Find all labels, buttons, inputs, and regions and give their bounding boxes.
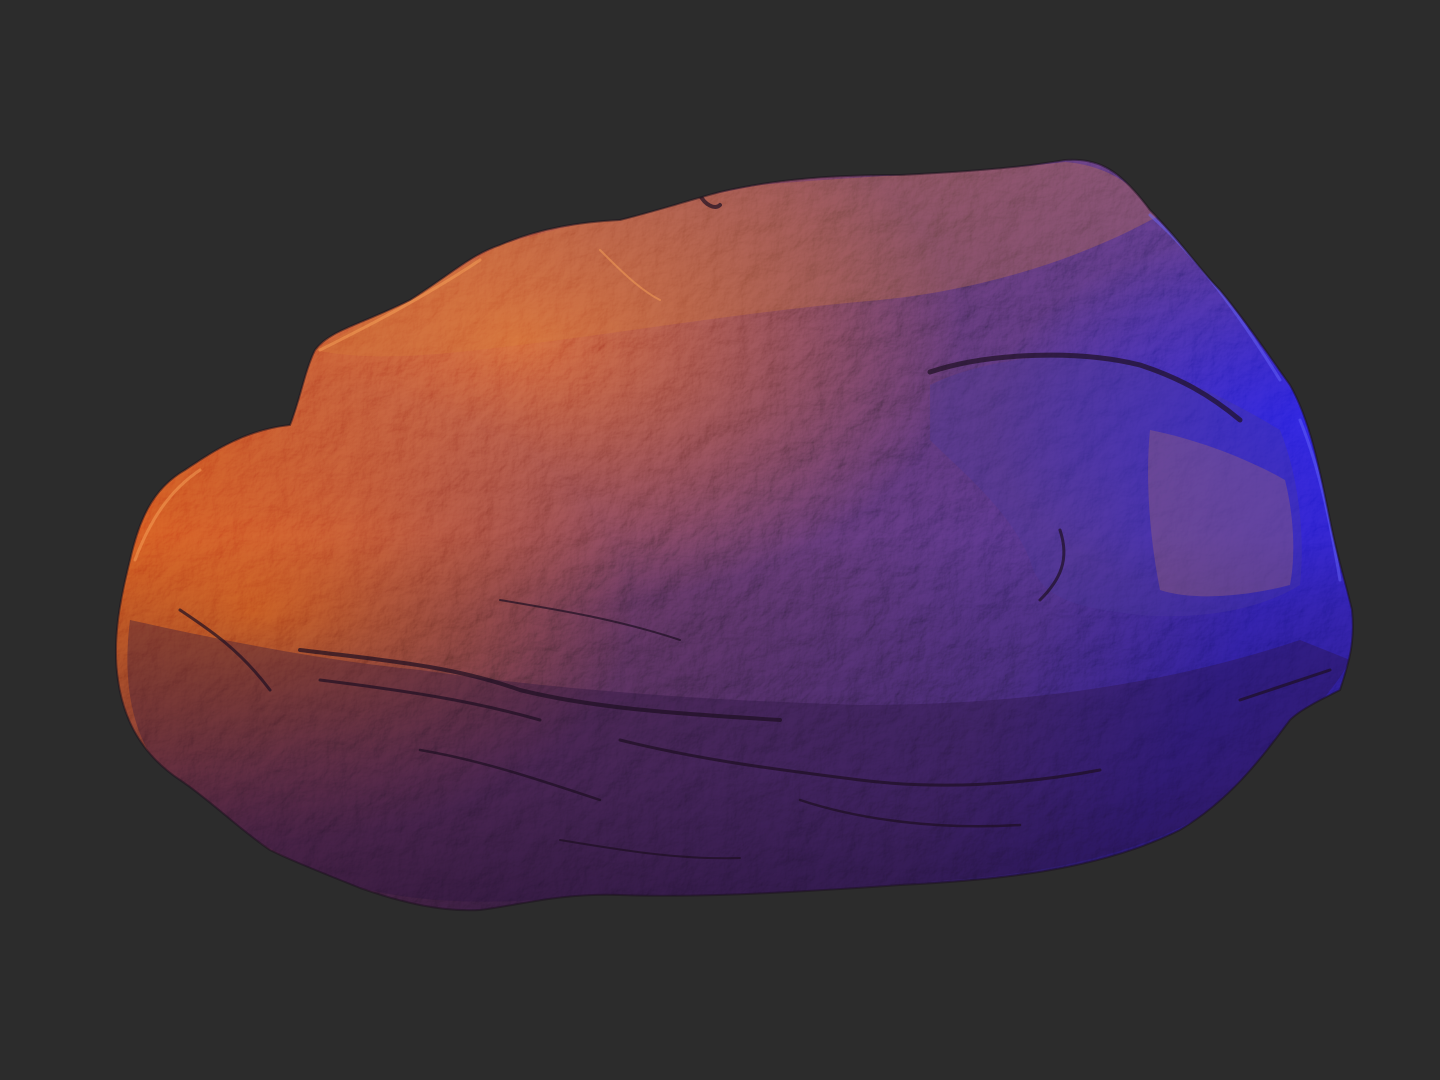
rock-render	[114, 158, 1354, 912]
render-viewport	[0, 0, 1440, 1080]
rock-body	[115, 159, 1353, 911]
